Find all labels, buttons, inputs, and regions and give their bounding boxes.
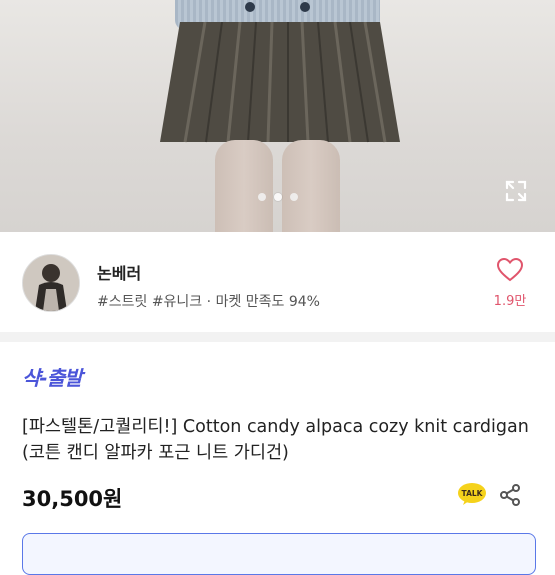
carousel-dot[interactable] xyxy=(289,193,298,201)
market-satisfaction: 마켓 만족도 94% xyxy=(215,294,320,310)
seller-tags: #스트릿 #유니크 · 마켓 만족도 94% xyxy=(97,291,320,311)
talk-label: TALK xyxy=(462,489,484,498)
heart-icon xyxy=(496,257,524,282)
kakao-talk-icon[interactable]: TALK xyxy=(457,482,487,506)
carousel-dot-active[interactable] xyxy=(273,193,282,201)
cardigan-button xyxy=(245,2,255,12)
carousel-dot[interactable] xyxy=(257,193,266,201)
model-leg xyxy=(282,140,340,232)
seller-avatar[interactable] xyxy=(22,254,80,312)
skirt-graphic xyxy=(160,22,400,143)
cardigan-button xyxy=(300,2,310,12)
info-card[interactable] xyxy=(22,533,536,575)
product-price: 30,500원 xyxy=(22,487,123,511)
shipping-badge: 샥-출발 xyxy=(22,366,83,390)
seller-hashtags: #스트릿 #유니크 xyxy=(97,294,203,310)
model-leg xyxy=(215,140,273,232)
like-count: 1.9만 xyxy=(493,294,527,309)
expand-icon[interactable] xyxy=(504,179,528,203)
tag-separator: · xyxy=(202,294,216,310)
share-icon[interactable] xyxy=(498,483,522,507)
seller-section[interactable]: 논베러 #스트릿 #유니크 · 마켓 만족도 94% 1.9만 xyxy=(0,232,555,332)
like-button[interactable]: 1.9만 xyxy=(490,257,530,309)
product-title: [파스텔톤/고퀄리티!] Cotton candy alpaca cozy kn… xyxy=(22,417,529,463)
seller-name[interactable]: 논베러 xyxy=(97,260,141,284)
product-image[interactable] xyxy=(0,0,555,232)
section-divider xyxy=(0,332,555,342)
carousel-dots xyxy=(0,193,555,201)
